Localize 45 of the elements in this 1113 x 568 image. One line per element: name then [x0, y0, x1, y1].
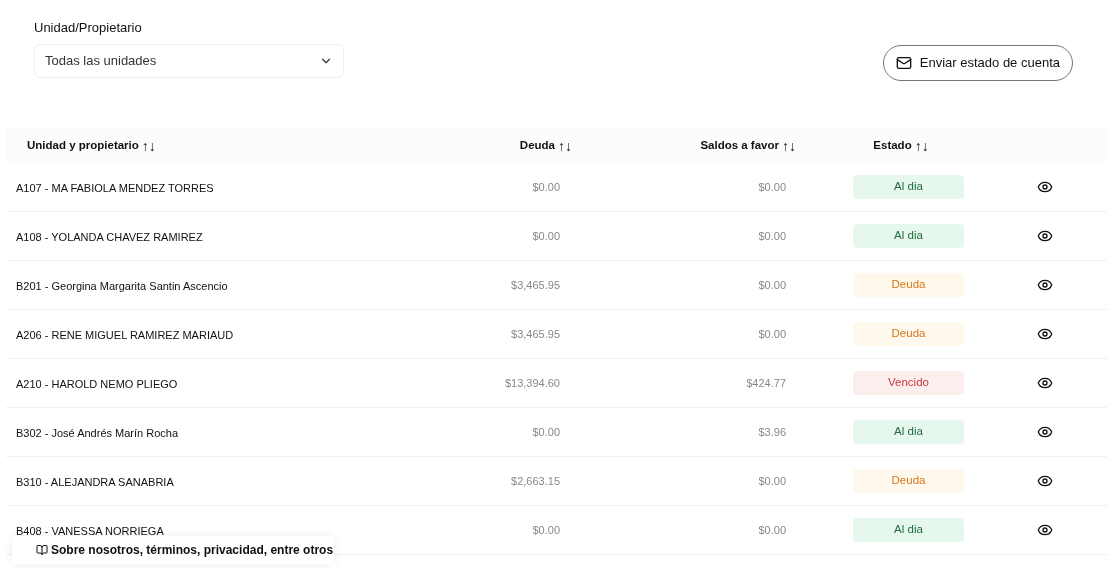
unit-owner-cell: A210 - HAROLD NEMO PLIEGO [16, 378, 178, 390]
column-header: Saldos a favor [700, 137, 779, 153]
credit-cell-text: $424.77 [746, 375, 786, 391]
debt-cell-text: $2,663.15 [511, 473, 560, 489]
unit-owner-cell: B408 - VANESSA NORRIEGA [16, 525, 164, 537]
credit-cell-text: $0.00 [758, 473, 786, 489]
credit-cell-text: $0.00 [758, 179, 786, 195]
unit-owner-cell: B310 - ALEJANDRA SANABRIA [16, 476, 174, 488]
credit-cell-text: $0.00 [758, 277, 786, 293]
credit-cell-text: $3.96 [758, 424, 786, 440]
debt-cell-text: $3,465.95 [511, 277, 560, 293]
unit-owner-cell: B302 - José Andrés Marín Rocha [16, 427, 179, 439]
credit-cell-text: $0.00 [758, 326, 786, 342]
unit-owner-cell: A108 - YOLANDA CHAVEZ RAMIREZ [16, 231, 203, 243]
debt-cell-text: $0.00 [532, 424, 560, 440]
status-badge: Al dia [853, 518, 964, 542]
status-badge: Vencido [853, 371, 964, 395]
status-badge: Deuda [853, 322, 964, 346]
filter-label: Unidad/Propietario [34, 19, 143, 37]
footer-link[interactable]: Sobre nosotros, términos, privacidad, entre otros [51, 541, 334, 559]
envelope-icon [895, 55, 912, 71]
status-badge: Deuda [853, 469, 964, 493]
status-badge: Al dia [853, 420, 964, 444]
sort-icon[interactable]: ↑↓ [558, 138, 572, 153]
status-badge: Al dia [853, 175, 964, 199]
sort-icon[interactable]: ↑↓ [141, 138, 156, 153]
debt-cell-text: $3,465.95 [511, 326, 560, 342]
sort-icon[interactable]: ↑↓ [914, 138, 929, 153]
column-header: Unidad y propietario [27, 137, 139, 153]
debt-cell-text: $13,394.60 [504, 375, 560, 391]
debt-cell-text: $0.00 [532, 179, 560, 195]
column-header: Estado [873, 137, 912, 153]
credit-cell-text: $0.00 [758, 228, 786, 244]
status-badge: Deuda [853, 273, 964, 297]
debt-cell-text: $0.00 [532, 228, 560, 244]
unit-owner-cell: A107 - MA FABIOLA MENDEZ TORRES [16, 182, 214, 194]
unit-owner-cell: A206 - RENE MIGUEL RAMIREZ MARIAUD [16, 329, 234, 341]
status-badge: Al dia [853, 224, 964, 248]
column-header: Deuda [519, 137, 555, 153]
unit-owner-cell: B201 - Georgina Margarita Santin Ascencio [16, 280, 228, 292]
debt-cell-text: $0.00 [532, 522, 560, 538]
credit-cell-text: $0.00 [758, 522, 786, 538]
book-icon [36, 544, 48, 556]
sort-icon[interactable]: ↑↓ [782, 138, 796, 153]
unit-select[interactable]: Todas las unidades [34, 43, 344, 78]
